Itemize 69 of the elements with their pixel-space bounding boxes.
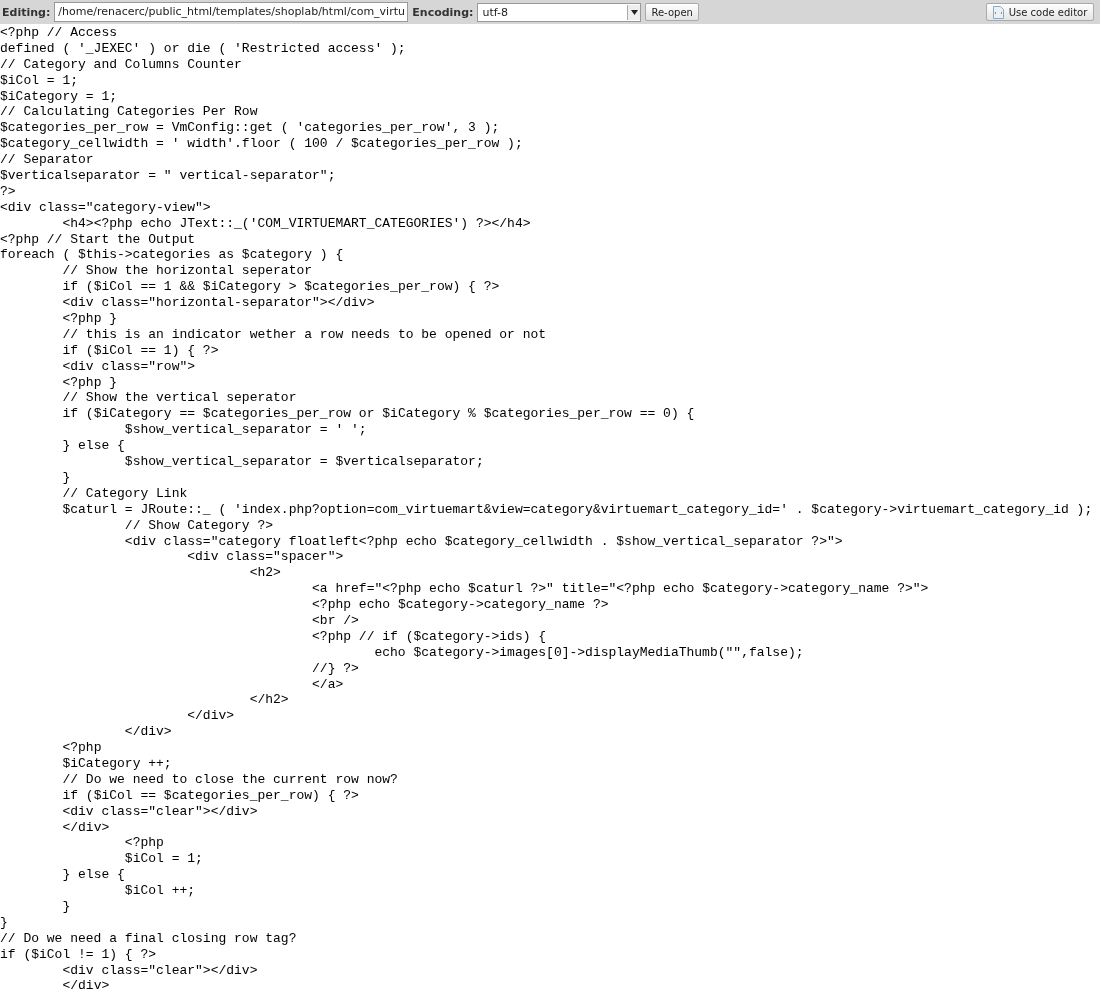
code-line: } [61, 899, 71, 915]
code-line: $caturl = JRoute::_ ( 'index.php?option=com_virtuemart&view=category&virtuemart_category_id=' . $category->virtuemart_category_id ); [61, 501, 1093, 518]
code-line: <div class="row"> [61, 358, 196, 375]
code-line: <div class="horizontal-separator"></div> [61, 295, 375, 312]
code-line: <div class="clear"></div> [61, 803, 258, 820]
code-line: // this is an indicator wether a row needs to be opened or not [61, 326, 547, 343]
code-line: <?php [123, 835, 164, 852]
code-line: // Do we need a final closing row tag? [0, 930, 297, 947]
code-line: <a href="<?php echo $caturl ?>" title="<?php echo $category->category_name ?>"> [311, 581, 929, 598]
code-line: <?php // Start the Output [0, 231, 196, 248]
code-line: if ($iCol == 1 && $iCategory > $categories_per_row) { ?> [61, 279, 500, 296]
code-line: defined ( '_JEXEC' ) or die ( 'Restricted access' ); [0, 40, 406, 57]
code-line: <div class="category-view"> [0, 199, 211, 216]
code-line: </h2> [248, 692, 289, 709]
file-icon [992, 5, 1004, 19]
code-line: <br /> [311, 612, 359, 629]
code-line: // Calculating Categories Per Row [0, 104, 258, 121]
code-line: //} ?> [311, 660, 359, 677]
code-line: // Category and Columns Counter [0, 56, 242, 73]
code-line: <?php } [61, 374, 118, 391]
code-line: $category_cellwidth = ' width'.floor ( 100 / $categories_per_row ); [0, 136, 523, 153]
code-line: // Show Category ?> [123, 517, 274, 534]
code-line: // Do we need to close the current row now? [61, 771, 398, 788]
editing-label: Editing: [2, 5, 51, 19]
code-line: } [61, 469, 71, 486]
code-line: <h4><?php echo JText::_('COM_VIRTUEMART_CATEGORIES') ?></h4> [61, 215, 531, 232]
file-path-field[interactable]: /home/renacerc/public_html/templates/shoplab/html/com_virtu [54, 2, 409, 22]
code-line: </div> [186, 708, 235, 725]
code-line: if ($iCol == $categories_per_row) { ?> [61, 787, 359, 804]
code-line: <?php // if ($category->ids) { [311, 628, 547, 645]
code-editor-button[interactable]: Use code editor [986, 3, 1094, 21]
code-line: $iCategory ++; [61, 755, 172, 772]
code-line: // Category Link [61, 485, 188, 502]
code-line: foreach ( $this->categories as $category ) { [0, 247, 344, 264]
code-line: </div> [61, 819, 110, 836]
code-line: <?php [61, 740, 102, 756]
code-line: ?> [0, 183, 16, 200]
code-line: if ($iCategory == $categories_per_row or $iCategory % $categories_per_row == 0) { [61, 406, 695, 423]
code-line: $iCol = 1; [123, 851, 203, 868]
code-line: <?php // Access [0, 25, 118, 41]
code-line: </a> [311, 676, 344, 693]
code-line: // Show the horizontal seperator [61, 263, 313, 280]
code-line: <div class="category floatleft<?php echo $category_cellwidth . $show_vertical_separator ?>"> [123, 533, 843, 550]
code-line: if ($iCol != 1) { ?> [0, 946, 157, 963]
code-line: <div class="spacer"> [186, 549, 344, 566]
code-line: echo $category->images[0]->displayMediaThumb("",false); [373, 644, 804, 661]
code-line: // Separator [0, 152, 94, 168]
code-line: $show_vertical_separator = $verticalseparator; [123, 454, 484, 470]
code-line: if ($iCol == 1) { ?> [61, 342, 219, 359]
caret-icon [627, 4, 641, 20]
code-line: </div> [123, 724, 172, 741]
code-line: } else { [61, 438, 125, 455]
code-line: $verticalseparator = " vertical-separator"; [0, 168, 336, 184]
code-line: <div class="clear"></div> [61, 962, 258, 979]
code-line: // Show the vertical seperator [61, 390, 297, 407]
code-line: <h2> [248, 565, 281, 582]
encoding-label: Encoding: [412, 5, 474, 19]
code-line: $iCategory = 1; [0, 88, 118, 105]
code-line: $show_vertical_separator = ' '; [123, 422, 367, 439]
code-line: $iCol = 1; [0, 72, 78, 89]
code-line: <?php echo $category->category_name ?> [311, 597, 609, 613]
code-line: <?php } [61, 311, 118, 327]
reopen-button[interactable]: Re-open [645, 3, 699, 21]
code-line: </div> [61, 978, 110, 995]
code-line: $iCol ++; [123, 883, 196, 899]
code-line: } [0, 914, 8, 931]
encoding-dropdown[interactable]: utf-8 [477, 2, 642, 22]
code-line: $categories_per_row = VmConfig::get ( 'categories_per_row', 3 ); [0, 120, 500, 137]
code-line: } else { [61, 867, 125, 884]
